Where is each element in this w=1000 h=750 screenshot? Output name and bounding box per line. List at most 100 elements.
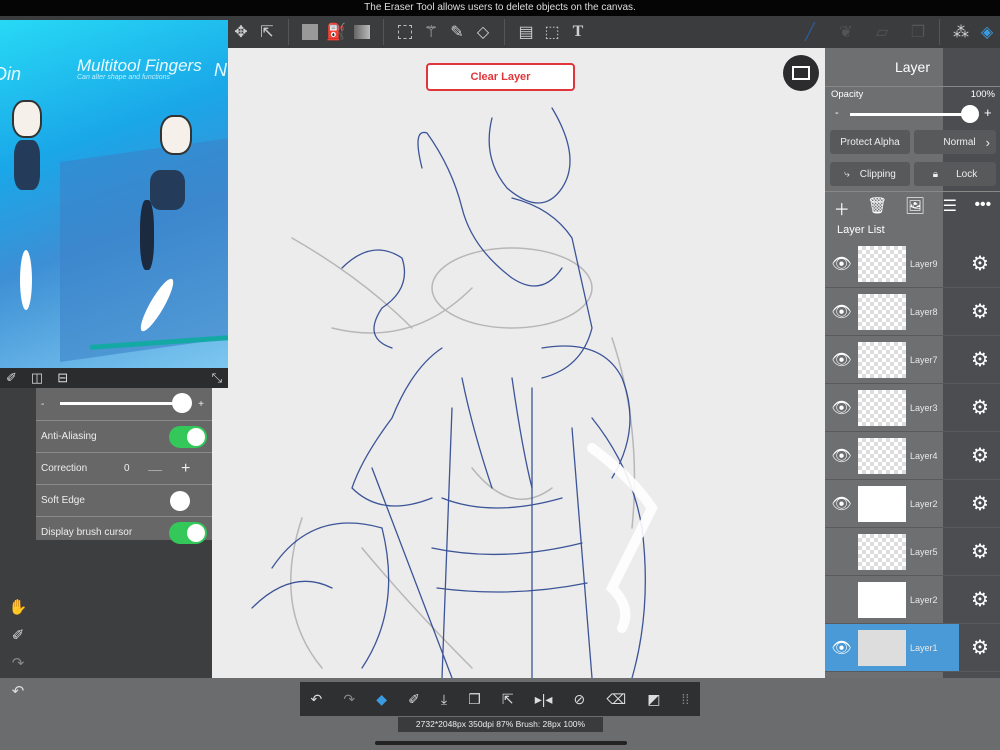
opacity-slider-thumb[interactable]	[961, 105, 979, 123]
undo-icon[interactable]: ↶	[311, 691, 323, 708]
text-icon[interactable]: T	[565, 19, 591, 45]
import-image-icon[interactable]: 🖼︎	[905, 196, 925, 220]
layer-row[interactable]: Layer5 ⚙	[825, 528, 1000, 576]
flip-horizontal-icon[interactable]: ◫	[31, 370, 43, 386]
fullscreen-icon[interactable]: ◩	[647, 691, 660, 708]
layer-thumbnail	[858, 293, 906, 330]
reference-window-button[interactable]	[783, 55, 819, 91]
eraser-icon[interactable]: ▱	[869, 19, 895, 45]
layer-fill-icon[interactable]: ❐	[905, 19, 931, 45]
bottom-toolbar: ↶ ↷ ◆ ✐ ⤓ ❐ ⇱ ▸|◂ ⊘ ⌫ ◩ ⁞⁞	[300, 682, 700, 716]
eyedropper-icon[interactable]: ✐	[12, 626, 25, 644]
soft-edge-toggle[interactable]	[170, 491, 190, 511]
layer-list-label: Layer List	[837, 224, 885, 236]
lock-button[interactable]: 🔒︎ Lock	[914, 162, 996, 186]
select-eraser-icon[interactable]: ◇	[470, 19, 496, 45]
size-decrease[interactable]: -	[41, 399, 44, 410]
redo-icon[interactable]: ↷	[343, 691, 355, 708]
eye-icon[interactable]: 👁︎	[825, 494, 858, 514]
opacity-increase[interactable]: +	[984, 105, 992, 120]
operation-icon[interactable]: ⬚	[539, 19, 565, 45]
eyedropper-icon[interactable]: ✐	[408, 691, 420, 708]
select-pen-icon[interactable]: ✎	[444, 19, 470, 45]
layer-row[interactable]: 👁︎ Layer2 ⚙	[825, 480, 1000, 528]
home-indicator[interactable]	[375, 741, 627, 745]
size-slider[interactable]	[60, 402, 182, 405]
resize-icon[interactable]: ⇱	[502, 691, 514, 708]
drawing-canvas[interactable]	[212, 48, 825, 678]
clear-layer-button[interactable]: Clear Layer	[426, 63, 575, 91]
undo-icon[interactable]: ↶	[12, 682, 25, 700]
layer-thumbnail	[858, 245, 906, 282]
rotate-reset-icon[interactable]: ⊘	[573, 691, 585, 708]
layer-row[interactable]: 👁︎ Layer8 ⚙	[825, 288, 1000, 336]
display-cursor-toggle[interactable]	[169, 521, 207, 544]
character-figure	[12, 100, 42, 138]
transform-icon[interactable]: ⇱	[254, 19, 280, 45]
magic-wand-icon[interactable]: ⚚	[418, 19, 444, 45]
hand-icon[interactable]: ✋	[9, 598, 28, 616]
clear-icon[interactable]: ⌫	[606, 691, 626, 708]
gear-icon[interactable]: ⚙	[960, 299, 1000, 324]
panel-layout-icon[interactable]: ▤	[513, 19, 539, 45]
redo-icon[interactable]: ↷	[12, 654, 25, 672]
pen-icon[interactable]: ╱	[797, 19, 823, 45]
anti-aliasing-toggle[interactable]	[169, 425, 207, 448]
eye-icon[interactable]: 👁︎	[825, 254, 858, 274]
gear-icon[interactable]: ⚙	[960, 395, 1000, 420]
size-increase[interactable]: +	[198, 399, 204, 410]
gear-icon[interactable]: ⚙	[960, 587, 1000, 612]
layer-row[interactable]: 👁︎ Layer7 ⚙	[825, 336, 1000, 384]
layers-icon[interactable]: ◈	[974, 19, 1000, 45]
clipping-label: Clipping	[859, 168, 896, 180]
layer-row[interactable]: 👁︎ Layer9 ⚙	[825, 240, 1000, 288]
eye-icon[interactable]: 👁︎	[825, 302, 858, 322]
bucket-icon[interactable]: ⛽	[323, 19, 349, 45]
gear-icon[interactable]: ⚙	[960, 251, 1000, 276]
layer-row[interactable]: Layer2 ⚙	[825, 576, 1000, 624]
delete-layer-icon[interactable]: 🗑︎	[867, 196, 887, 220]
eye-icon[interactable]: 👁︎	[825, 638, 858, 658]
opacity-slider[interactable]	[850, 113, 970, 116]
layer-row[interactable]: 👁︎ Layer4 ⚙	[825, 432, 1000, 480]
select-rect-icon[interactable]	[392, 19, 418, 45]
gear-icon[interactable]: ⚙	[960, 539, 1000, 564]
gear-icon[interactable]: ⚙	[960, 491, 1000, 516]
size-slider-thumb[interactable]	[172, 393, 192, 413]
fill-color-icon[interactable]	[297, 19, 323, 45]
layer-row[interactable]: 👁︎ Layer1 ⚙	[825, 624, 1000, 672]
gear-icon[interactable]: ⚙	[960, 347, 1000, 372]
copy-icon[interactable]: ❐	[468, 691, 481, 708]
gradient-icon[interactable]	[349, 19, 375, 45]
opacity-decrease[interactable]: -	[835, 107, 839, 119]
eyedropper-icon[interactable]: ✐	[6, 370, 17, 386]
size-slider-row: - +	[36, 388, 212, 420]
more-icon[interactable]: •••	[974, 196, 991, 220]
save-icon[interactable]: ⤓	[441, 691, 447, 708]
grid-menu-icon[interactable]: ⁞⁞	[682, 691, 690, 707]
layer-list-icon[interactable]: ☰	[943, 196, 957, 220]
selection-transform-icon[interactable]: ◆	[376, 691, 387, 708]
display-cursor-label: Display brush cursor	[41, 527, 133, 538]
eye-icon[interactable]: 👁︎	[825, 398, 858, 418]
flip-icon[interactable]: ▸|◂	[535, 691, 553, 708]
eye-icon[interactable]: 👁︎	[825, 350, 858, 370]
protect-alpha-button[interactable]: Protect Alpha	[830, 130, 910, 154]
flip-vertical-icon[interactable]: ⊟	[57, 370, 68, 386]
gear-icon[interactable]: ⚙	[960, 443, 1000, 468]
layer-row[interactable]: 👁︎ Layer3 ⚙	[825, 384, 1000, 432]
layer-panel-title: Layer	[894, 59, 931, 75]
correction-decrease-button[interactable]: —	[148, 461, 162, 477]
brush-icon[interactable]: ❦	[833, 19, 859, 45]
clipping-button[interactable]: ⤷ Clipping	[830, 162, 910, 186]
resize-handle-icon[interactable]: ⤡	[212, 370, 222, 386]
move-icon[interactable]: ✥	[228, 19, 254, 45]
add-layer-icon[interactable]: ＋	[834, 196, 850, 220]
eye-icon[interactable]: 👁︎	[825, 446, 858, 466]
status-bar: 2732*2048px 350dpi 87% Brush: 28px 100%	[398, 717, 603, 732]
blend-mode-select[interactable]: Normal ›	[914, 130, 996, 154]
correction-increase-button[interactable]: +	[181, 460, 190, 478]
reference-window[interactable]: Multitool Fingers Can alter shape and fu…	[0, 20, 228, 368]
materials-icon[interactable]: ⁂	[948, 19, 974, 45]
gear-icon[interactable]: ⚙	[960, 635, 1000, 660]
